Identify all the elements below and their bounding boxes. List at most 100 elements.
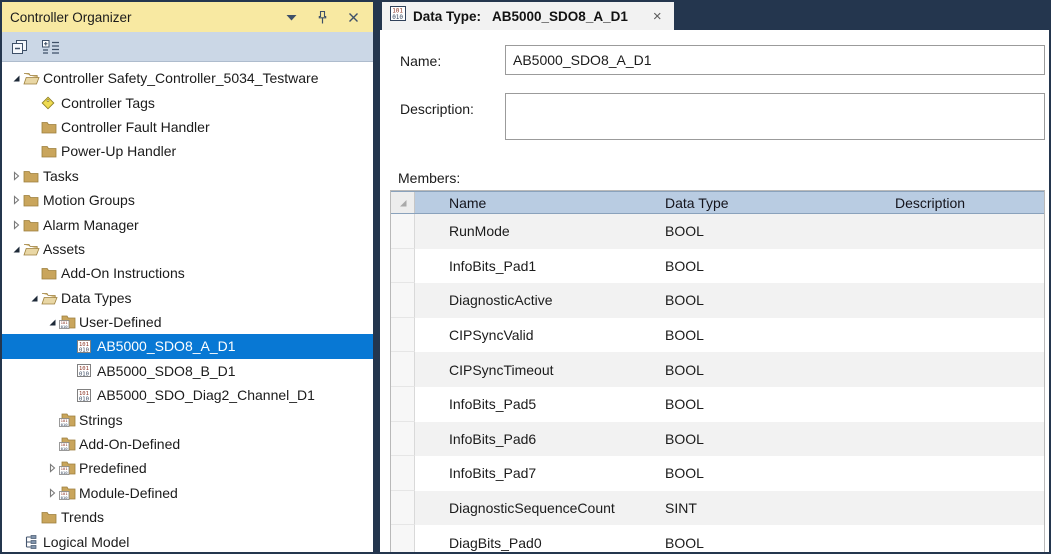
member-data-type-cell[interactable]: BOOL: [657, 283, 887, 318]
member-name-cell[interactable]: InfoBits_Pad1: [415, 249, 657, 284]
tree-item[interactable]: Alarm Manager: [2, 212, 373, 236]
member-name-cell[interactable]: DiagBits_Pad0: [415, 525, 657, 552]
table-row[interactable]: CIPSyncTimeoutBOOL: [391, 352, 1044, 387]
tree-item[interactable]: 101010Strings: [2, 407, 373, 431]
member-description-cell[interactable]: [887, 525, 1044, 552]
collapse-arrow-icon[interactable]: [26, 292, 41, 304]
description-label: Description:: [400, 101, 474, 117]
member-data-type-cell[interactable]: SINT: [657, 491, 887, 526]
member-description-cell[interactable]: [887, 214, 1044, 249]
tree-item[interactable]: Add-On Instructions: [2, 261, 373, 285]
column-header-name[interactable]: Name: [415, 192, 657, 213]
window-position-icon[interactable]: [283, 9, 299, 25]
tree-item[interactable]: 101010AB5000_SDO8_A_D1: [2, 334, 373, 358]
row-selector[interactable]: [391, 249, 415, 284]
table-row[interactable]: InfoBits_Pad1BOOL: [391, 249, 1044, 284]
member-description-cell[interactable]: [887, 491, 1044, 526]
collapse-all-icon[interactable]: [9, 36, 31, 58]
collapse-arrow-icon[interactable]: [8, 243, 23, 255]
row-selector[interactable]: [391, 491, 415, 526]
tree-item[interactable]: Tasks: [2, 164, 373, 188]
tree-item[interactable]: Controller Tags: [2, 90, 373, 114]
tree-item[interactable]: Logical Model: [2, 529, 373, 552]
tree-item[interactable]: 101010User-Defined: [2, 310, 373, 334]
new-component-icon[interactable]: [39, 36, 61, 58]
member-name-cell[interactable]: InfoBits_Pad7: [415, 456, 657, 491]
tree-item[interactable]: Controller Safety_Controller_5034_Testwa…: [2, 66, 373, 90]
row-selector[interactable]: [391, 283, 415, 318]
member-description-cell[interactable]: [887, 249, 1044, 284]
tree-item[interactable]: Trends: [2, 505, 373, 529]
tab-data-type[interactable]: 101010 Data Type: AB5000_SDO8_A_D1 ×: [382, 2, 674, 30]
tab-close-icon[interactable]: ×: [653, 9, 662, 24]
tree-item[interactable]: Power-Up Handler: [2, 139, 373, 163]
member-description-cell[interactable]: [887, 283, 1044, 318]
tree-item[interactable]: Controller Fault Handler: [2, 115, 373, 139]
member-description-cell[interactable]: [887, 318, 1044, 353]
panel-titlebar[interactable]: Controller Organizer: [2, 2, 373, 32]
column-header-data-type[interactable]: Data Type: [657, 192, 887, 213]
table-row[interactable]: InfoBits_Pad5BOOL: [391, 387, 1044, 422]
tree-item[interactable]: Motion Groups: [2, 188, 373, 212]
collapse-arrow-icon[interactable]: [44, 316, 59, 328]
name-input[interactable]: [505, 45, 1045, 75]
member-description-cell[interactable]: [887, 352, 1044, 387]
column-header-description[interactable]: Description: [887, 192, 1044, 213]
folder-open-icon: [41, 291, 59, 305]
tree-item-label: Data Types: [59, 290, 132, 306]
table-row[interactable]: CIPSyncValidBOOL: [391, 318, 1044, 353]
table-row[interactable]: DiagnosticActiveBOOL: [391, 283, 1044, 318]
member-description-cell[interactable]: [887, 422, 1044, 457]
table-row[interactable]: InfoBits_Pad6BOOL: [391, 422, 1044, 457]
tree-item-label: Controller Tags: [59, 95, 155, 111]
member-data-type-cell[interactable]: BOOL: [657, 422, 887, 457]
member-name-cell[interactable]: DiagnosticSequenceCount: [415, 491, 657, 526]
member-description-cell[interactable]: [887, 387, 1044, 422]
tree-item[interactable]: 101010Add-On-Defined: [2, 432, 373, 456]
member-data-type-cell[interactable]: BOOL: [657, 352, 887, 387]
udt-folder-icon: 101010: [59, 486, 77, 500]
member-description-cell[interactable]: [887, 456, 1044, 491]
select-all-corner[interactable]: [391, 192, 415, 213]
tree-item[interactable]: 101010Module-Defined: [2, 481, 373, 505]
member-data-type-cell[interactable]: BOOL: [657, 214, 887, 249]
member-name-cell[interactable]: InfoBits_Pad6: [415, 422, 657, 457]
row-selector[interactable]: [391, 456, 415, 491]
member-name-cell[interactable]: CIPSyncTimeout: [415, 352, 657, 387]
tree-item[interactable]: 101010AB5000_SDO_Diag2_Channel_D1: [2, 383, 373, 407]
tree-item[interactable]: Data Types: [2, 286, 373, 310]
expand-arrow-icon[interactable]: [8, 194, 23, 206]
member-name-cell[interactable]: RunMode: [415, 214, 657, 249]
expand-arrow-icon[interactable]: [44, 462, 59, 474]
tree-item[interactable]: 101010AB5000_SDO8_B_D1: [2, 359, 373, 383]
tree-item[interactable]: 101010Predefined: [2, 456, 373, 480]
table-row[interactable]: DiagBits_Pad0BOOL: [391, 525, 1044, 552]
row-selector[interactable]: [391, 214, 415, 249]
member-data-type-cell[interactable]: BOOL: [657, 249, 887, 284]
row-selector[interactable]: [391, 318, 415, 353]
description-input[interactable]: [505, 93, 1045, 140]
row-selector[interactable]: [391, 422, 415, 457]
expand-arrow-icon[interactable]: [8, 219, 23, 231]
row-selector[interactable]: [391, 387, 415, 422]
app-window: Controller Organizer Controller Sa: [0, 0, 1051, 554]
table-row[interactable]: DiagnosticSequenceCountSINT: [391, 491, 1044, 526]
pin-icon[interactable]: [314, 9, 330, 25]
member-data-type-cell[interactable]: BOOL: [657, 525, 887, 552]
member-data-type-cell[interactable]: BOOL: [657, 387, 887, 422]
member-data-type-cell[interactable]: BOOL: [657, 456, 887, 491]
collapse-arrow-icon[interactable]: [8, 72, 23, 84]
row-selector[interactable]: [391, 352, 415, 387]
expand-arrow-icon[interactable]: [8, 170, 23, 182]
member-name-cell[interactable]: DiagnosticActive: [415, 283, 657, 318]
close-icon[interactable]: [345, 9, 361, 25]
table-row[interactable]: InfoBits_Pad7BOOL: [391, 456, 1044, 491]
expand-arrow-icon[interactable]: [44, 487, 59, 499]
member-name-cell[interactable]: InfoBits_Pad5: [415, 387, 657, 422]
row-selector[interactable]: [391, 525, 415, 552]
member-data-type-cell[interactable]: BOOL: [657, 318, 887, 353]
svg-text:010: 010: [61, 446, 69, 451]
table-row[interactable]: RunModeBOOL: [391, 214, 1044, 249]
tree-item[interactable]: Assets: [2, 237, 373, 261]
member-name-cell[interactable]: CIPSyncValid: [415, 318, 657, 353]
